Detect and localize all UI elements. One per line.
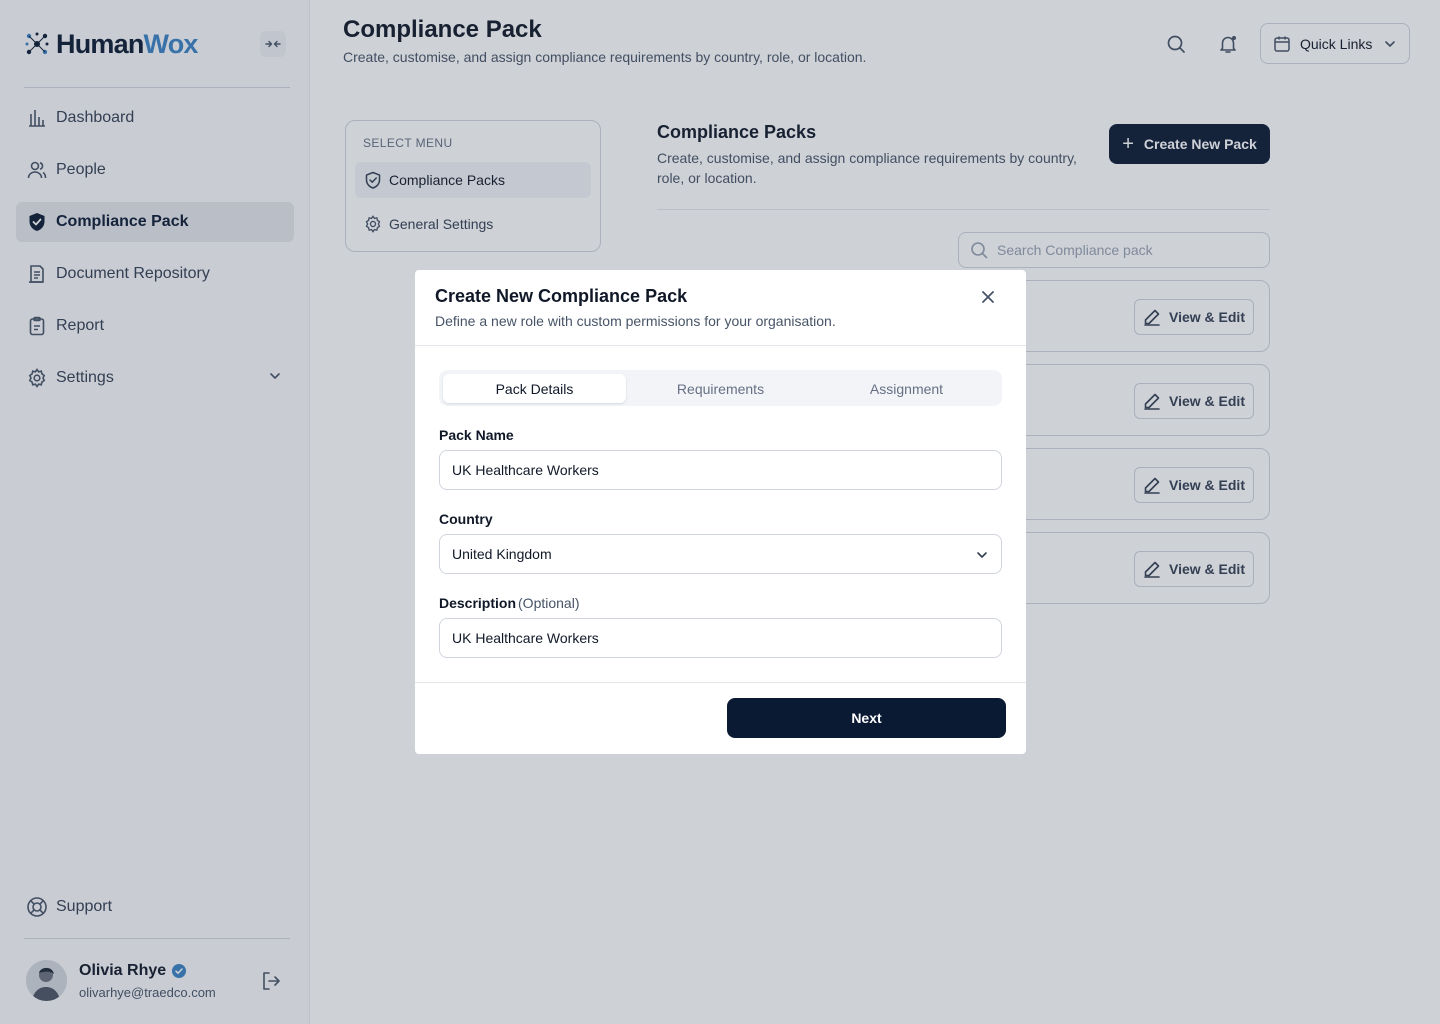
pack-name-input[interactable]: UK Healthcare Workers xyxy=(439,450,1002,490)
tab-pack-details[interactable]: Pack Details xyxy=(443,374,626,403)
modal-divider xyxy=(415,345,1026,346)
chevron-down-icon xyxy=(977,552,987,558)
pack-name-label: Pack Name xyxy=(439,427,514,443)
optional-hint: (Optional) xyxy=(518,595,580,611)
close-button[interactable] xyxy=(978,287,998,307)
country-label: Country xyxy=(439,511,493,527)
tab-requirements[interactable]: Requirements xyxy=(629,374,812,403)
description-value: UK Healthcare Workers xyxy=(452,630,599,646)
description-input[interactable]: UK Healthcare Workers xyxy=(439,618,1002,658)
country-value: United Kingdom xyxy=(452,546,552,562)
modal-subtitle: Define a new role with custom permission… xyxy=(435,313,836,329)
modal-title: Create New Compliance Pack xyxy=(435,286,688,306)
tab-assignment[interactable]: Assignment xyxy=(815,374,998,403)
modal-tabs: Pack Details Requirements Assignment xyxy=(439,370,1002,406)
country-select[interactable]: United Kingdom xyxy=(439,534,1002,574)
modal-footer-divider xyxy=(415,682,1026,683)
close-icon xyxy=(982,291,994,303)
next-button[interactable]: Next xyxy=(727,698,1006,738)
pack-name-value: UK Healthcare Workers xyxy=(452,462,599,478)
description-label: Description (Optional) xyxy=(439,595,580,611)
create-pack-modal: Create New Compliance Pack Define a new … xyxy=(415,270,1026,754)
